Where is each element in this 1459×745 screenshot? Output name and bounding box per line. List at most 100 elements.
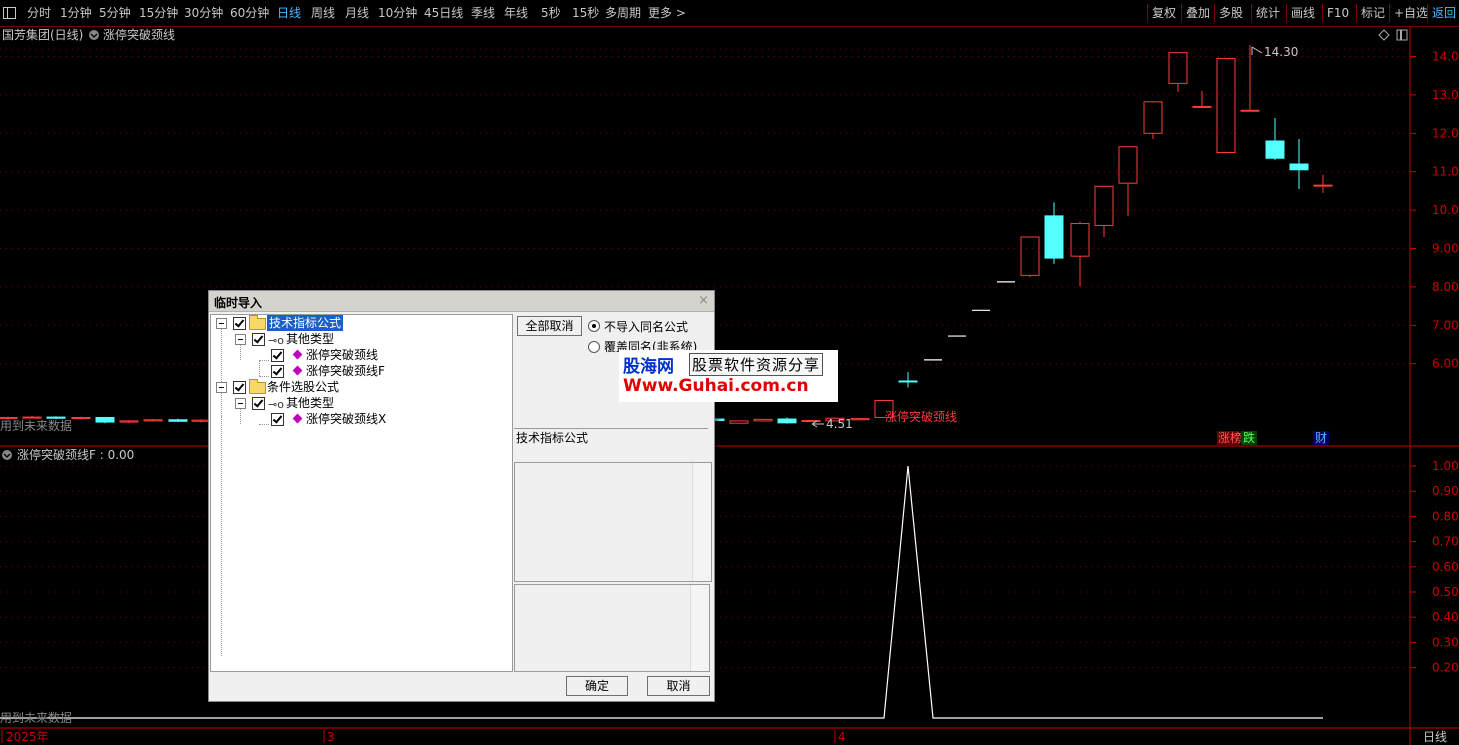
period-tab-3[interactable]: 15分钟 [139,0,178,26]
period-tab-15[interactable]: 多周期 [605,0,641,26]
candle-32 [1265,117,1285,161]
tree-label: 条件选股公式 [267,380,340,394]
panel-toggle-icon[interactable] [3,7,16,19]
folder-icon [249,315,266,330]
radio-skip-label: 不导入同名公式 [604,320,689,334]
checkbox-checked[interactable] [271,349,284,362]
period-tab-5[interactable]: 60分钟 [230,0,269,26]
close-icon[interactable]: × [698,293,709,308]
period-tab-2[interactable]: 5分钟 [99,0,131,26]
toolbar-separator [1181,4,1182,22]
price-tick-label-5: 9.00 [1432,242,1459,256]
info-panel: 技术指标公式 [514,428,708,459]
period-tab-16[interactable]: 更多 > [648,0,686,26]
candle-3 [71,416,91,420]
low-price-label: 4.51 [826,417,853,431]
period-tab-10[interactable]: 45日线 [424,0,463,26]
checkbox-checked[interactable] [252,397,265,410]
dialog-title: 临时导入 [214,296,263,310]
time-label-3: 3 [327,730,335,744]
period-tab-7[interactable]: 周线 [311,0,335,26]
diamond-icon[interactable] [1378,29,1390,41]
toolbar-right-0[interactable]: 复权 [1152,0,1176,26]
candle-27 [1143,101,1163,140]
collapse-icon[interactable] [216,318,227,329]
period-tab-9[interactable]: 10分钟 [378,0,417,26]
info-label: 技术指标公式 [516,431,589,445]
period-tab-0[interactable]: 分时 [27,0,51,26]
sub-tick-label-3: 0.70 [1432,535,1459,549]
sub-tick-label-8: 0.20 [1432,661,1459,675]
dropdown-circle-icon[interactable] [89,30,99,40]
tree-node-other-type-2[interactable]: ⊸o 其他类型 [211,395,511,411]
period-tab-1[interactable]: 1分钟 [60,0,92,26]
sub-chart-axis: 1.00 0.90 0.80 0.70 0.60 0.50 0.40 0.30 0.20 [1410,459,1459,675]
period-label[interactable]: 日线 [1423,730,1447,744]
tree-node-stock-select[interactable]: 条件选股公式 [211,379,511,395]
signal-label: 涨停突破颈线 [885,409,957,424]
radio-skip-duplicates[interactable] [588,320,600,332]
price-tick-label-0: 14.00 [1432,50,1459,64]
toolbar-right-7[interactable]: +自选 [1394,0,1428,26]
price-tick-label-7: 7.00 [1432,318,1459,332]
candle-6 [143,418,163,422]
tree-node-other-type[interactable]: ⊸o 其他类型 [211,331,511,347]
dialog-titlebar[interactable]: 临时导入 × [209,291,714,312]
period-tab-12[interactable]: 年线 [504,0,528,26]
candle-5 [119,420,139,424]
preview-box[interactable] [514,584,710,672]
tree-node-item3[interactable]: 涨停突破颈线X [211,411,511,427]
radio-overwrite[interactable] [588,341,600,353]
candle-10 [729,420,749,424]
sub-tick-label-0: 1.00 [1432,459,1459,473]
tree-node-tech-formula[interactable]: 技术指标公式 [211,315,511,331]
collapse-icon[interactable] [235,334,246,345]
period-tab-14[interactable]: 15秒 [572,0,599,26]
formula-gem-icon [292,365,303,376]
checkbox-checked[interactable] [233,381,246,394]
toolbar-right-3[interactable]: 统计 [1256,0,1280,26]
candle-24 [1070,221,1090,287]
toolbar-right-4[interactable]: 画线 [1291,0,1315,26]
price-tick-label-3: 11.00 [1432,165,1459,179]
toolbar-separator [1147,4,1148,22]
candle-26 [1118,146,1138,216]
checkbox-checked[interactable] [271,365,284,378]
candle-11 [753,418,773,422]
cancel-all-button[interactable]: 全部取消 [517,316,582,336]
scrollbar[interactable] [690,585,709,671]
period-tab-6[interactable]: 日线 [277,0,301,26]
ok-button[interactable]: 确定 [566,676,628,696]
formula-gem-icon [292,349,303,360]
toolbar-right-2[interactable]: 多股 [1219,0,1243,26]
checkbox-checked[interactable] [252,333,265,346]
period-tab-11[interactable]: 季线 [471,0,495,26]
toolbar-right-6[interactable]: 标记 [1361,0,1385,26]
tree-node-item1[interactable]: 涨停突破颈线 [211,347,511,363]
cancel-button[interactable]: 取消 [647,676,710,696]
tree-label: 其他类型 [286,332,335,346]
sub-tick-label-6: 0.40 [1432,610,1459,624]
sub-indicator-label: 涨停突破颈线F : 0.00 [17,447,134,462]
watermark-line2: 股票软件资源分享 [689,353,824,376]
tree-label: 技术指标公式 [267,315,344,331]
toolbar-separator [1389,4,1390,22]
checkbox-checked[interactable] [233,317,246,330]
sub-dropdown-icon[interactable] [2,450,12,460]
toolbar-right-5[interactable]: F10 [1327,0,1349,26]
collapse-icon[interactable] [235,398,246,409]
badge-cai-text: 财 [1315,431,1327,445]
toolbar-right-8[interactable]: 返回 [1432,0,1456,26]
toolbar-separator [1251,4,1252,22]
candle-22 [1020,236,1040,278]
future-data-note-sub: 用到未来数据 [0,710,72,725]
tree-node-item2[interactable]: 涨停突破颈线F [211,363,511,379]
toolbar-right-1[interactable]: 叠加 [1186,0,1210,26]
period-tab-8[interactable]: 月线 [345,0,369,26]
period-tab-13[interactable]: 5秒 [541,0,561,26]
period-tab-4[interactable]: 30分钟 [184,0,223,26]
collapse-icon[interactable] [216,382,227,393]
description-box[interactable] [514,462,712,582]
checkbox-checked[interactable] [271,413,284,426]
scrollbar[interactable] [692,463,711,581]
